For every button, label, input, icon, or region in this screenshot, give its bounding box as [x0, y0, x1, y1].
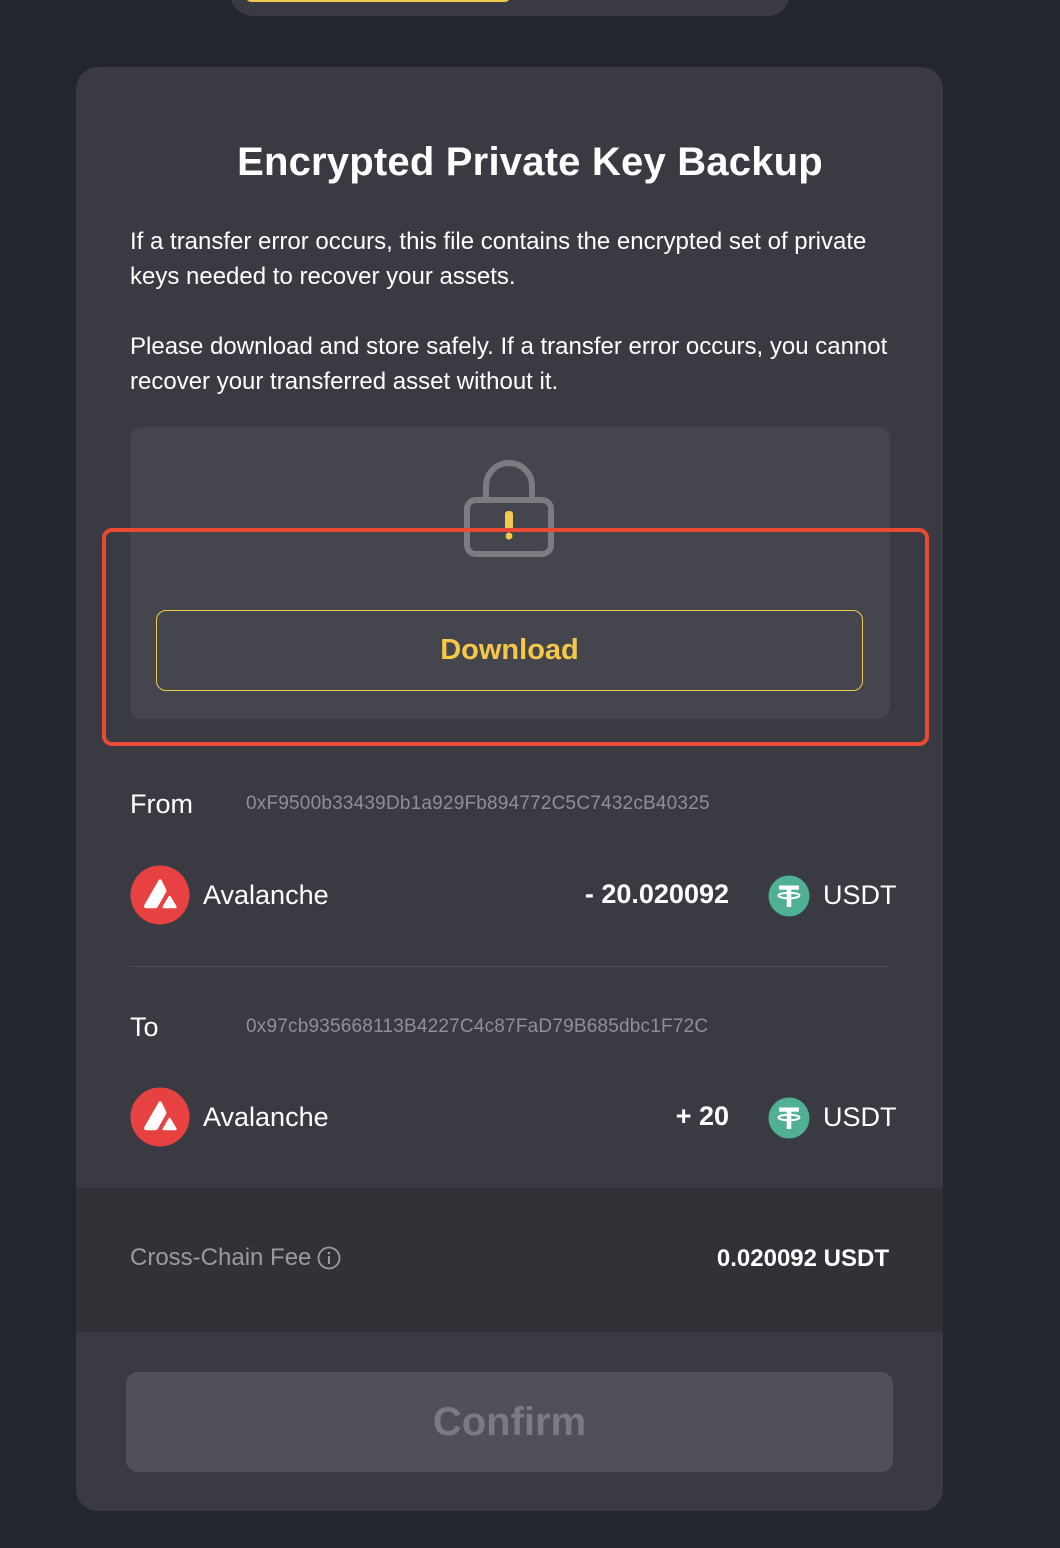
to-label: To [130, 1012, 159, 1042]
progress-bar [230, 0, 790, 16]
backup-description: If a transfer error occurs, this file co… [130, 228, 867, 290]
download-button[interactable]: Download [156, 610, 863, 691]
from-address: 0xF9500b33439Db1a929Fb894772C5C7432cB403… [246, 793, 710, 814]
lock-warning-icon [464, 460, 554, 557]
page-title: Encrypted Private Key Backup [237, 140, 823, 184]
avalanche-icon [130, 1087, 190, 1147]
from-label: From [130, 789, 193, 819]
to-address: 0x97cb935668113B4227C4c87FaD79B685dbc1F7… [246, 1016, 709, 1037]
fee-value: 0.020092 USDT [716, 1245, 889, 1272]
avalanche-icon [130, 865, 190, 925]
usdt-icon [768, 1097, 810, 1139]
to-chain-name: Avalanche [203, 1102, 329, 1132]
from-token-name: USDT [823, 880, 897, 910]
fee-label: Cross-Chain Fee [130, 1244, 312, 1271]
info-icon[interactable] [317, 1246, 341, 1270]
usdt-icon [768, 875, 810, 917]
to-amount: + 20 [675, 1101, 729, 1131]
from-amount: - 20.020092 [584, 879, 729, 909]
backup-warning: Please download and store safely. If a t… [130, 333, 888, 395]
to-token-name: USDT [823, 1102, 897, 1132]
confirm-button[interactable]: Confirm [126, 1372, 893, 1472]
from-chain-name: Avalanche [203, 880, 329, 910]
fee-label-row: Cross-Chain Fee [130, 1244, 341, 1272]
divider [130, 966, 890, 967]
progress-bar-fill [246, 0, 510, 2]
